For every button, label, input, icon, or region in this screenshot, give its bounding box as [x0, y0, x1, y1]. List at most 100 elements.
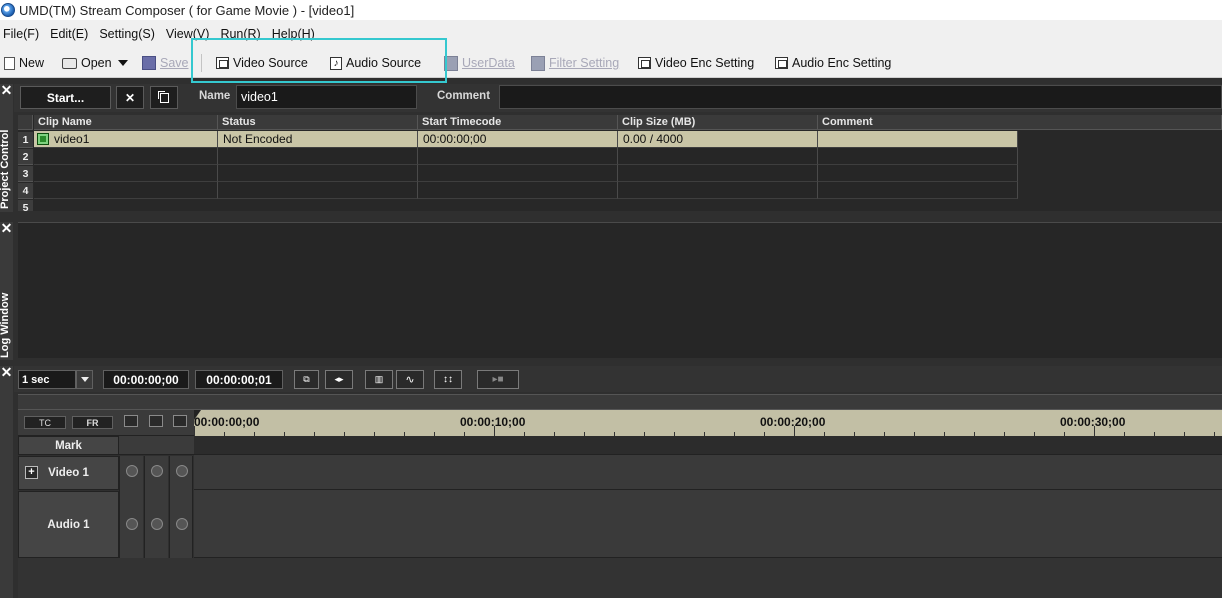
project-control-strip: ✕ Project Control — [0, 83, 13, 212]
row-number[interactable]: 3 — [18, 166, 33, 182]
title-bar: UMD(TM) Stream Composer ( for Game Movie… — [0, 0, 1222, 20]
lock-toggle-video[interactable] — [126, 465, 138, 477]
table-cell-clip-name[interactable]: video1 — [34, 131, 218, 148]
app-icon — [1, 3, 15, 17]
solo-toggle-video[interactable] — [176, 465, 188, 477]
solo-column — [169, 456, 193, 558]
table-cell[interactable] — [418, 148, 618, 165]
table-cell[interactable] — [218, 182, 418, 199]
save-button[interactable]: Save — [142, 48, 189, 78]
table-cell[interactable] — [818, 182, 1018, 199]
open-button[interactable]: Open — [62, 48, 128, 78]
video-enc-setting-button[interactable]: Video Enc Setting — [638, 48, 754, 78]
table-cell-clip-size[interactable]: 0.00 / 4000 — [618, 131, 818, 148]
lock-toggle-audio[interactable] — [126, 518, 138, 530]
column-header-status[interactable]: Status — [218, 115, 418, 130]
play-button[interactable]: ▸■ — [477, 370, 519, 389]
table-cell[interactable] — [34, 182, 218, 199]
expand-tracks-button[interactable]: ↕↕ — [434, 370, 462, 389]
solo-all-toggle[interactable] — [173, 415, 187, 427]
row-number[interactable]: 1 — [18, 132, 33, 148]
fr-button[interactable]: FR — [72, 416, 113, 429]
mute-all-toggle[interactable] — [149, 415, 163, 427]
track-label: Audio 1 — [47, 518, 90, 531]
filter-setting-button[interactable]: Filter Setting — [531, 48, 619, 78]
time-ruler[interactable]: 00:00:00;00 00:00:10;00 00:00:20;00 00:0… — [194, 410, 1222, 436]
table-cell[interactable] — [818, 148, 1018, 165]
user-data-button[interactable]: UserData — [444, 48, 515, 78]
expand-track-icon[interactable]: + — [25, 466, 38, 479]
lock-all-toggle[interactable] — [124, 415, 138, 427]
close-icon[interactable]: ✕ — [0, 365, 13, 379]
scale-dropdown-button[interactable] — [76, 370, 93, 389]
audio-enc-setting-button[interactable]: Audio Enc Setting — [775, 48, 891, 78]
table-cell-start-timecode[interactable]: 00:00:00;00 — [418, 131, 618, 148]
ruler-tick — [794, 426, 795, 436]
snap-button[interactable]: ⧉ — [294, 370, 319, 389]
delete-clip-button[interactable]: ✕ — [116, 86, 144, 109]
scale-select[interactable]: 1 sec — [18, 370, 76, 389]
log-area[interactable] — [18, 222, 1222, 358]
table-cell-comment[interactable] — [818, 131, 1018, 148]
close-icon[interactable]: ✕ — [0, 83, 13, 97]
menu-setting[interactable]: Setting(S) — [95, 27, 162, 41]
close-icon[interactable]: ✕ — [0, 221, 13, 235]
table-cell[interactable] — [34, 148, 218, 165]
play-icon: ▸■ — [492, 374, 504, 385]
table-cell-status[interactable]: Not Encoded — [218, 131, 418, 148]
chevron-down-icon[interactable] — [117, 60, 128, 66]
save-disk-icon — [142, 56, 156, 70]
table-cell[interactable] — [618, 148, 818, 165]
table-cell[interactable] — [618, 165, 818, 182]
menu-bar: File(F) Edit(E) Setting(S) View(V) Run(R… — [0, 20, 1222, 48]
table-cell[interactable] — [418, 165, 618, 182]
ruler-label: 00:00:10;00 — [460, 415, 526, 429]
timeline-empty-area — [18, 558, 1222, 598]
video-track-lane[interactable] — [194, 456, 1222, 490]
video-track-header[interactable]: + Video 1 — [18, 456, 119, 490]
new-button[interactable]: New — [4, 48, 44, 78]
current-time-field[interactable]: 00:00:00;00 — [103, 370, 189, 389]
table-cell[interactable] — [218, 165, 418, 182]
table-corner — [18, 115, 33, 130]
row-number[interactable]: 2 — [18, 149, 33, 165]
column-header-clip-name[interactable]: Clip Name — [34, 115, 218, 130]
table-cell[interactable] — [618, 182, 818, 199]
duration-field[interactable]: 00:00:00;01 — [195, 370, 283, 389]
expand-vertical-icon: ↕↕ — [443, 374, 453, 385]
mute-toggle-video[interactable] — [151, 465, 163, 477]
audio-track-header[interactable]: Audio 1 — [18, 491, 119, 558]
audio-track-lane[interactable] — [194, 491, 1222, 558]
mark-track[interactable] — [194, 436, 1222, 455]
fit-button[interactable]: ◂▸ — [325, 370, 353, 389]
row-number[interactable]: 4 — [18, 183, 33, 199]
video-enc-icon — [638, 57, 651, 69]
column-header-clip-size[interactable]: Clip Size (MB) — [618, 115, 818, 130]
waveform-button[interactable]: ∿ — [396, 370, 424, 389]
track-area[interactable] — [194, 436, 1222, 558]
tc-button[interactable]: TC — [24, 416, 66, 429]
close-icon: ✕ — [124, 90, 136, 105]
name-field[interactable]: video1 — [236, 85, 417, 109]
table-cell[interactable] — [218, 148, 418, 165]
comment-field[interactable] — [499, 85, 1222, 109]
ruler-label: 00:00:00;00 — [194, 415, 260, 429]
open-label: Open — [81, 56, 112, 70]
menu-file[interactable]: File(F) — [0, 27, 46, 41]
table-cell[interactable] — [818, 165, 1018, 182]
video-enc-label: Video Enc Setting — [655, 56, 755, 70]
copy-clip-button[interactable] — [150, 86, 178, 109]
start-button[interactable]: Start... — [20, 86, 111, 109]
row-number[interactable]: 5 — [18, 200, 33, 211]
column-header-start-timecode[interactable]: Start Timecode — [418, 115, 618, 130]
toolbar: New Open Save Video Source ♪ Audio Sourc… — [0, 48, 1222, 78]
clip-table: Clip Name Status Start Timecode Clip Siz… — [18, 115, 1222, 211]
frames-button[interactable]: ▥ — [365, 370, 393, 389]
column-header-comment[interactable]: Comment — [818, 115, 1222, 130]
table-cell[interactable] — [418, 182, 618, 199]
solo-toggle-audio[interactable] — [176, 518, 188, 530]
ruler-tick — [494, 426, 495, 436]
table-cell[interactable] — [34, 165, 218, 182]
mute-toggle-audio[interactable] — [151, 518, 163, 530]
menu-edit[interactable]: Edit(E) — [46, 27, 95, 41]
